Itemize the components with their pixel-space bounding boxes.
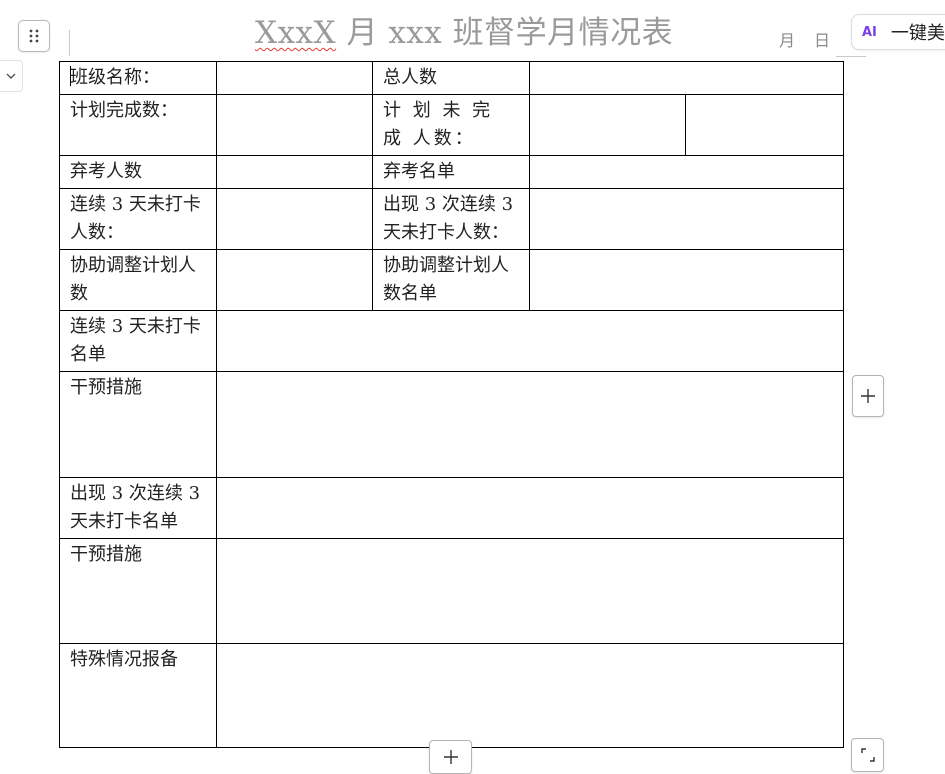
three-times-list-value-cell[interactable] <box>216 477 844 539</box>
plan-uncompleted-value-cell[interactable] <box>529 94 686 156</box>
intervention-label-cell-1[interactable]: 干预措施 <box>59 371 217 478</box>
table-row: 计划完成数： 计 划 未 完 成 人数： <box>59 94 844 156</box>
three-times-count-value-cell[interactable] <box>529 188 844 250</box>
adjust-plan-count-value-cell[interactable] <box>216 249 373 311</box>
abandon-count-label-cell[interactable]: 弃考人数 <box>59 155 217 189</box>
class-name-value-cell[interactable] <box>216 61 373 95</box>
table-row: 班级名称： 总人数 <box>59 61 844 95</box>
abandon-list-label-cell[interactable]: 弃考名单 <box>372 155 530 189</box>
document-title[interactable]: XxxX 月 xxx 班督学月情况表 <box>255 7 673 52</box>
ai-beautify-label: 一键美化 <box>890 23 945 44</box>
title-misspelled-word: XxxX <box>255 15 337 51</box>
day-label: 日 <box>814 31 831 50</box>
grid-dots-icon <box>29 29 39 43</box>
adjust-plan-count-label-cell[interactable]: 协助调整计划人数 <box>59 249 217 311</box>
monthly-report-table: 班级名称： 总人数 计划完成数： 计 划 未 完 成 人数： 弃考人数 弃考名单… <box>59 61 844 748</box>
resize-corner-icon <box>860 748 875 762</box>
intervention-value-cell-1[interactable] <box>216 371 844 478</box>
ai-icon: AI <box>862 24 877 40</box>
table-row: 特殊情况报备 <box>59 643 844 748</box>
drag-handle-button[interactable] <box>18 20 50 52</box>
no-checkin-count-value-cell[interactable] <box>216 188 373 250</box>
adjust-plan-list-label-cell[interactable]: 协助调整计划人数名单 <box>372 249 530 311</box>
special-report-label-cell[interactable]: 特殊情况报备 <box>59 643 217 748</box>
table-row: 出现 3 次连续 3 天未打卡名单 <box>59 477 844 539</box>
no-checkin-count-label-cell[interactable]: 连续 3 天未打卡人数： <box>59 188 217 250</box>
abandon-count-value-cell[interactable] <box>216 155 373 189</box>
no-checkin-list-value-cell[interactable] <box>216 310 844 372</box>
add-row-button[interactable] <box>429 740 472 774</box>
plan-uncompleted-label-cell[interactable]: 计 划 未 完 成 人数： <box>372 94 530 156</box>
table-row: 干预措施 <box>59 371 844 478</box>
plan-completed-value-cell[interactable] <box>216 94 373 156</box>
three-times-count-label-cell[interactable]: 出现 3 次连续 3 天未打卡人数： <box>372 188 530 250</box>
add-column-button[interactable] <box>852 375 884 417</box>
adjust-plan-list-value-cell[interactable] <box>529 249 844 311</box>
plan-completed-label-cell[interactable]: 计划完成数： <box>59 94 217 156</box>
intervention-label-cell-2[interactable]: 干预措施 <box>59 538 217 644</box>
total-people-label-cell[interactable]: 总人数 <box>372 61 530 95</box>
margin-mark-left <box>69 30 70 56</box>
plus-icon <box>861 389 875 403</box>
chevron-down-icon <box>6 73 16 79</box>
table-row: 连续 3 天未打卡名单 <box>59 310 844 372</box>
month-label: 月 <box>779 31 796 50</box>
plan-uncompleted-extra-cell[interactable] <box>685 94 844 156</box>
intervention-value-cell-2[interactable] <box>216 538 844 644</box>
class-name-label-cell[interactable]: 班级名称： <box>59 61 217 95</box>
margin-mark-right <box>836 56 866 57</box>
title-text: 月 xxx 班督学月情况表 <box>336 15 674 51</box>
total-people-value-cell[interactable] <box>529 61 844 95</box>
table-resize-button[interactable] <box>851 738 884 772</box>
table-row: 协助调整计划人数 协助调整计划人数名单 <box>59 249 844 311</box>
special-report-value-cell[interactable] <box>216 643 844 748</box>
ai-beautify-button[interactable]: AI 一键美化 <box>851 14 945 50</box>
table-row: 连续 3 天未打卡人数： 出现 3 次连续 3 天未打卡人数： <box>59 188 844 250</box>
collapse-button[interactable] <box>0 60 23 92</box>
no-checkin-list-label-cell[interactable]: 连续 3 天未打卡名单 <box>59 310 217 372</box>
table-row: 弃考人数 弃考名单 <box>59 155 844 189</box>
plus-icon <box>443 750 458 764</box>
abandon-list-value-cell[interactable] <box>529 155 844 189</box>
three-times-list-label-cell[interactable]: 出现 3 次连续 3 天未打卡名单 <box>59 477 217 539</box>
text-cursor <box>70 66 71 86</box>
table-row: 干预措施 <box>59 538 844 644</box>
